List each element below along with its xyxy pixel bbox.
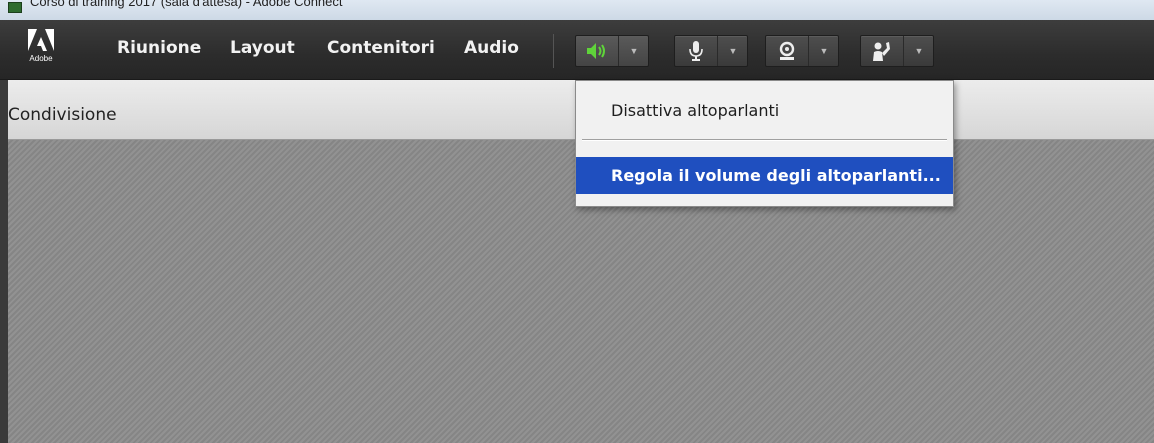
speaker-icon	[576, 36, 618, 66]
microphone-icon	[675, 36, 717, 66]
menu-contenitori[interactable]: Contenitori	[327, 38, 435, 58]
raise-hand-dropdown-arrow[interactable]: ▼	[903, 36, 934, 66]
menu-item-adjust-volume[interactable]: Regola il volume degli altoparlanti...	[576, 157, 953, 194]
menu-bar: Adobe Riunione Layout Contenitori Audio …	[0, 20, 1154, 80]
menu-layout[interactable]: Layout	[230, 38, 295, 58]
menu-audio[interactable]: Audio	[464, 38, 519, 58]
microphone-dropdown-arrow[interactable]: ▼	[717, 36, 748, 66]
speaker-dropdown-arrow[interactable]: ▼	[618, 36, 649, 66]
speaker-menu: Disattiva altoparlanti Regola il volume …	[575, 80, 954, 207]
menu-riunione[interactable]: Riunione	[117, 38, 201, 58]
pod-left-border	[0, 80, 8, 443]
raise-hand-icon	[861, 36, 903, 66]
window-titlebar: Corso di training 2017 (sala d'attesa) -…	[0, 0, 1154, 20]
menu-item-label: Disattiva altoparlanti	[611, 101, 780, 120]
menu-divider	[553, 34, 554, 68]
raise-hand-button[interactable]: ▼	[860, 35, 934, 67]
menu-item-label: Regola il volume degli altoparlanti...	[611, 166, 941, 185]
pod-title: Condivisione	[8, 105, 117, 125]
app-icon	[8, 2, 22, 13]
window-title: Corso di training 2017 (sala d'attesa) -…	[30, 0, 343, 9]
speaker-button[interactable]: ▼	[575, 35, 649, 67]
webcam-dropdown-arrow[interactable]: ▼	[808, 36, 839, 66]
microphone-button[interactable]: ▼	[674, 35, 748, 67]
menu-item-mute-speakers[interactable]: Disattiva altoparlanti	[576, 93, 953, 123]
adobe-logo: Adobe	[24, 29, 58, 65]
webcam-icon	[766, 36, 808, 66]
adobe-a-icon	[28, 29, 54, 51]
menu-separator	[582, 139, 947, 141]
webcam-button[interactable]: ▼	[765, 35, 839, 67]
logo-wordmark: Adobe	[29, 54, 53, 63]
